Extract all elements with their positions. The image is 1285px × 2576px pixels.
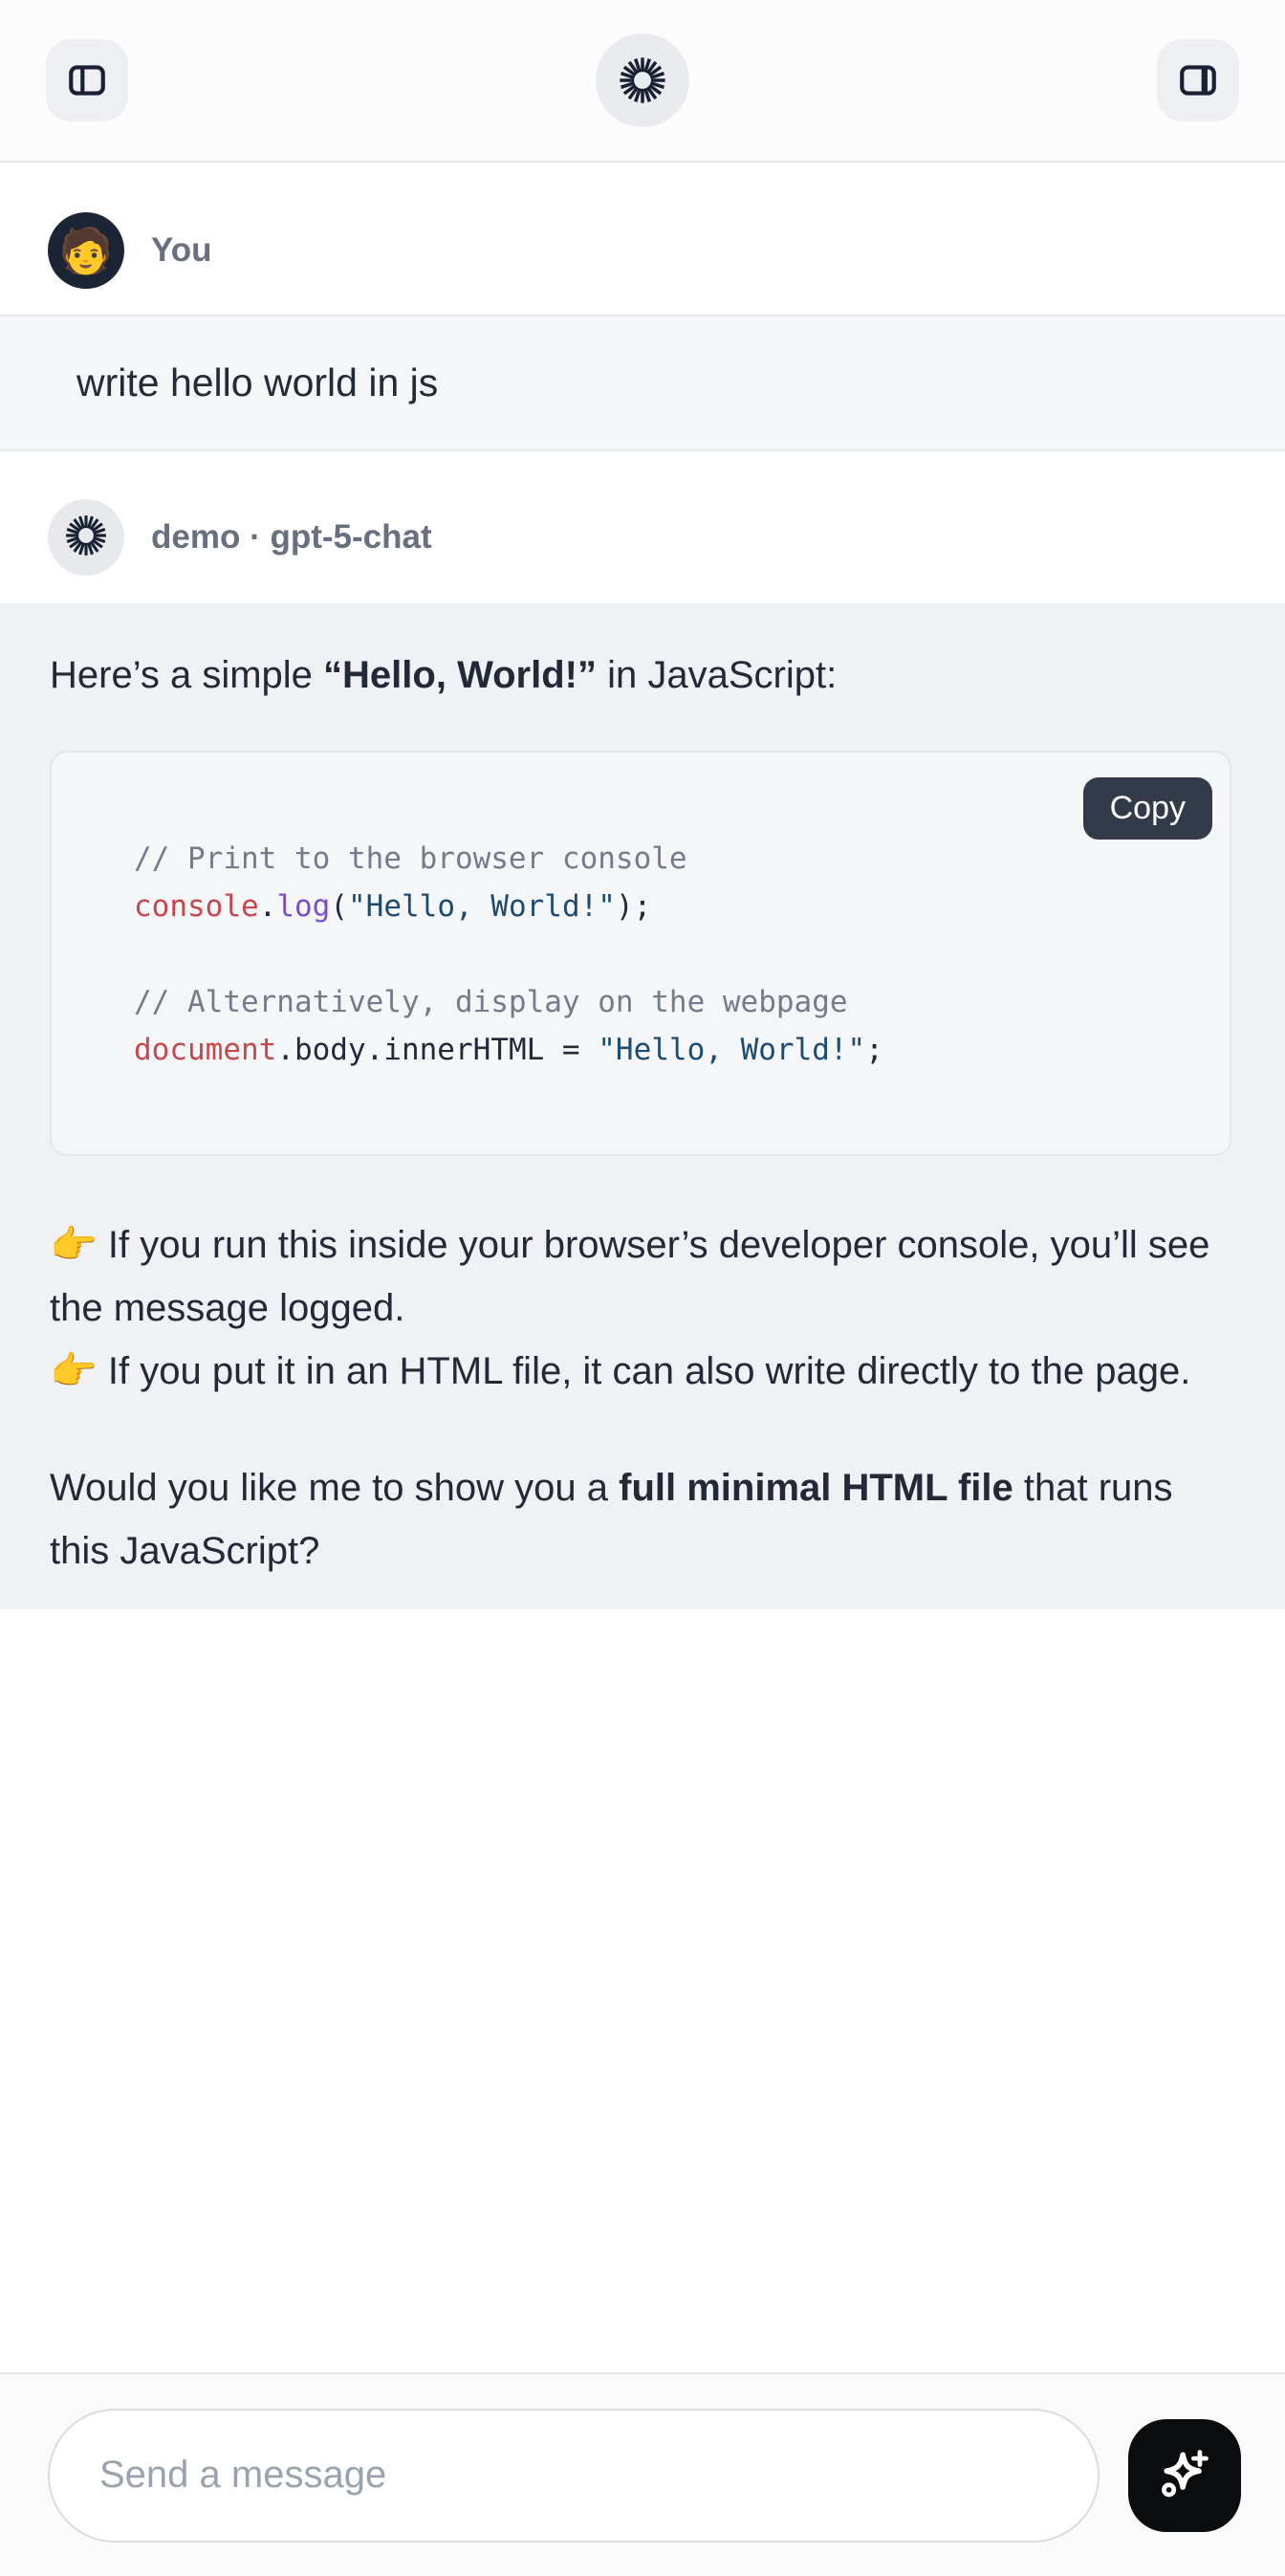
- assistant-author-label: demo · gpt-5-chat: [151, 518, 432, 557]
- user-message-text: write hello world in js: [76, 360, 438, 405]
- assistant-question-paragraph: Would you like me to show you a full min…: [50, 1456, 1235, 1583]
- user-message-header: 🧑 You: [0, 163, 1285, 304]
- user-avatar: 🧑: [48, 212, 124, 289]
- message-input[interactable]: [48, 2409, 1100, 2543]
- code-lines: // Print to the browser consoleconsole.l…: [134, 835, 1201, 1074]
- right-panel-toggle-button[interactable]: [1157, 39, 1239, 121]
- assistant-avatar: [48, 499, 124, 576]
- tip-line-2: 👉 If you put it in an HTML file, it can …: [50, 1350, 1190, 1392]
- user-message-bubble: write hello world in js: [0, 315, 1285, 451]
- intro-prefix: Here’s a simple: [50, 654, 323, 696]
- assistant-message-bubble: Here’s a simple “Hello, World!” in JavaS…: [0, 603, 1285, 1609]
- code-block: Copy // Print to the browser consolecons…: [50, 751, 1231, 1156]
- question-prefix: Would you like me to show you a: [50, 1467, 619, 1509]
- burst-icon: [618, 55, 667, 105]
- sidebar-toggle-button[interactable]: [46, 39, 128, 121]
- send-button[interactable]: [1128, 2419, 1241, 2532]
- question-bold: full minimal HTML file: [619, 1467, 1013, 1509]
- assistant-message-header: demo · gpt-5-chat: [0, 499, 1285, 576]
- intro-bold: “Hello, World!”: [323, 654, 597, 696]
- burst-icon: [64, 513, 108, 562]
- assistant-tips-paragraph: 👉 If you run this inside your browser’s …: [50, 1213, 1235, 1403]
- chat-scroll-area[interactable]: 🧑 You write hello world in js demo · gpt…: [0, 163, 1285, 2372]
- user-author-label: You: [151, 231, 212, 270]
- intro-suffix: in JavaScript:: [597, 654, 837, 696]
- model-status-button[interactable]: [596, 33, 689, 127]
- copy-code-button[interactable]: Copy: [1083, 777, 1212, 840]
- top-bar: [0, 0, 1285, 163]
- panel-left-icon: [65, 58, 109, 102]
- assistant-intro-paragraph: Here’s a simple “Hello, World!” in JavaS…: [50, 644, 1235, 707]
- panel-right-icon: [1176, 58, 1220, 102]
- composer-bar: [0, 2372, 1285, 2576]
- tip-line-1: 👉 If you run this inside your browser’s …: [50, 1224, 1209, 1329]
- sparkle-icon: [1156, 2445, 1213, 2505]
- person-emoji: 🧑: [58, 229, 113, 273]
